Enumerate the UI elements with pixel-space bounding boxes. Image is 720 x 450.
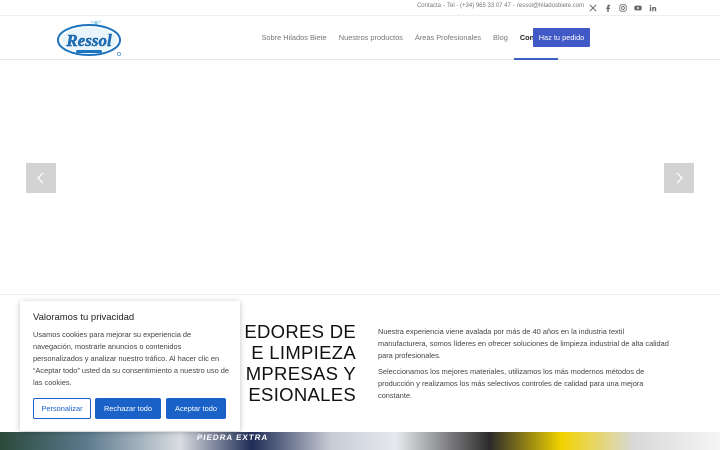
cookie-title: Valoramos tu privacidad xyxy=(33,312,135,323)
social-links xyxy=(585,2,660,14)
top-bar-contact-info: Contacta - Tel - (+34) 965 33 07 47 - re… xyxy=(417,3,584,9)
top-bar: Contacta - Tel - (+34) 965 33 07 47 - re… xyxy=(0,0,720,16)
headline-line: ESIONALES xyxy=(248,384,356,401)
headline-line: EDORES DE xyxy=(244,321,356,342)
hero-slider xyxy=(0,61,720,295)
linkedin-icon[interactable] xyxy=(645,2,660,14)
separator: - xyxy=(442,3,445,9)
section-headline: EDORES DE E LIMPIEZA MPRESAS Y ESIONALES xyxy=(236,321,356,401)
products-photo: PIEDRA EXTRA xyxy=(0,432,720,450)
reject-all-button[interactable]: Rechazar todo xyxy=(95,398,161,419)
order-button[interactable]: Haz tu pedido xyxy=(533,28,590,47)
intro-paragraph: Nuestra experiencia viene avalada por má… xyxy=(378,327,669,360)
nav-item-sobre[interactable]: Sobre Hilados Biete xyxy=(255,16,332,60)
separator: - xyxy=(512,3,515,9)
cookie-consent-dialog: Valoramos tu privacidad Usamos cookies p… xyxy=(20,301,240,431)
youtube-icon[interactable] xyxy=(630,2,645,14)
phone-number[interactable]: Tel - (+34) 965 33 07 47 xyxy=(447,3,511,9)
slider-prev-button[interactable] xyxy=(26,163,56,193)
nav-item-blog[interactable]: Blog xyxy=(487,16,514,60)
accept-all-button[interactable]: Aceptar todo xyxy=(166,398,226,419)
contact-link[interactable]: Contacta xyxy=(417,3,441,9)
slider-next-button[interactable] xyxy=(664,163,694,193)
email-link[interactable]: ressol@hiladosbiete.com xyxy=(517,3,584,9)
x-icon[interactable] xyxy=(585,2,600,14)
svg-text:Ressol: Ressol xyxy=(65,31,112,50)
site-header: Ressol Sobre Hilados Biete Nuestros prod… xyxy=(0,16,720,60)
chevron-left-icon xyxy=(37,172,44,184)
facebook-icon[interactable] xyxy=(600,2,615,14)
ressol-logo[interactable]: Ressol xyxy=(56,19,122,59)
nav-item-areas[interactable]: Áreas Profesionales xyxy=(409,16,487,60)
chevron-right-icon xyxy=(676,172,683,184)
headline-line: MPRESAS Y xyxy=(245,363,356,384)
cookie-description: Usamos cookies para mejorar su experienc… xyxy=(33,330,229,387)
headline-line: E LIMPIEZA xyxy=(251,342,356,363)
nav-item-productos[interactable]: Nuestros productos xyxy=(333,16,409,60)
customize-button[interactable]: Personalizar xyxy=(33,398,91,419)
photo-product-label: PIEDRA EXTRA xyxy=(196,433,269,442)
instagram-icon[interactable] xyxy=(615,2,630,14)
quality-paragraph: Seleccionamos los mejores materiales, ut… xyxy=(378,367,645,400)
